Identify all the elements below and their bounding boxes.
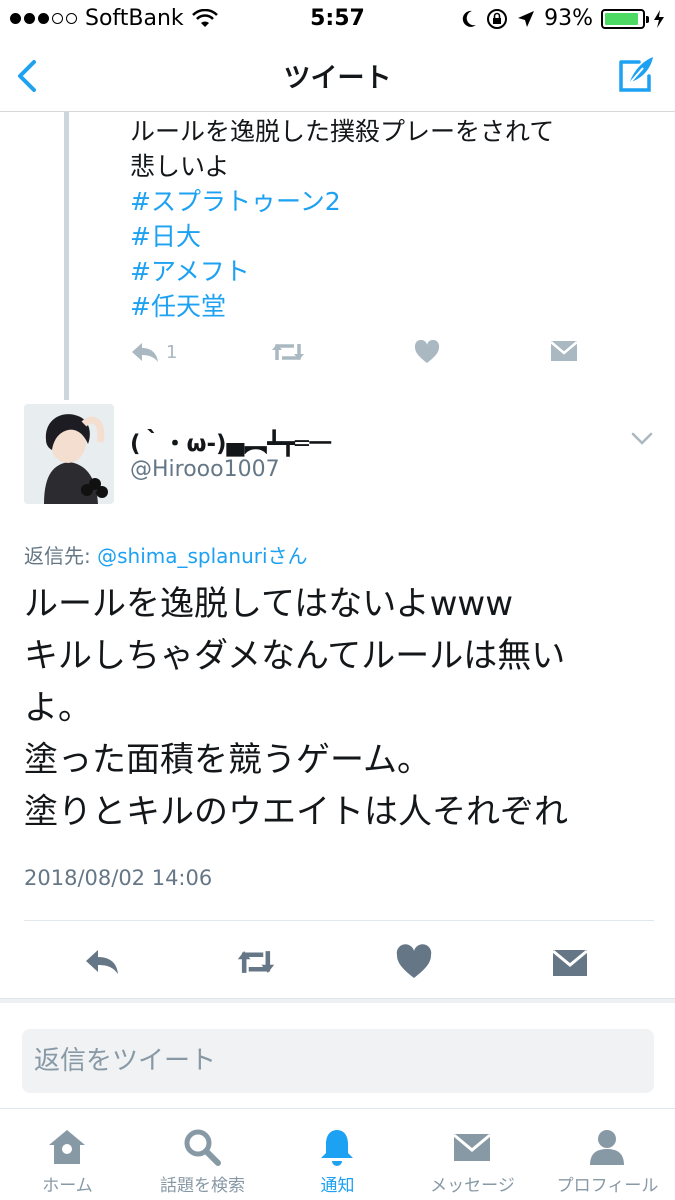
chevron-down-icon[interactable] [631,432,653,446]
tweet-actions [0,930,675,992]
status-bar: SoftBank 5:57 93% [0,0,675,40]
envelope-icon [453,1133,491,1161]
rotation-lock-icon [487,8,508,29]
reply-count: 1 [166,341,178,363]
previous-reply-button[interactable]: 1 [130,340,177,364]
reply-icon[interactable] [82,942,122,982]
bell-icon [321,1130,353,1166]
divider [24,920,654,921]
tab-home[interactable]: ホーム [0,1109,135,1200]
heart-icon[interactable] [394,942,434,982]
reply-to-line: 返信先: @shima_splanuriさん [24,540,308,569]
tab-label: 話題を検索 [160,1176,245,1196]
reply-icon [132,343,158,362]
compose-icon[interactable] [617,54,657,94]
page-title: ツイート [283,63,392,94]
tab-profile[interactable]: プロフィール [540,1109,675,1200]
tweet-text-line: 塗りとキルのウエイトは人それぞれ [24,792,568,832]
hashtag-link[interactable]: #任天堂 [130,289,554,324]
tweet-text: ルールを逸脱してはないよwww キルしちゃダメなんてルールは無い よ。 塗った面… [24,578,654,838]
tweet-timestamp: 2018/08/02 14:06 [24,866,213,890]
avatar-image [24,404,114,504]
charging-bolt-icon [654,9,664,28]
tab-notifications[interactable]: 通知 [270,1109,405,1200]
reply-to-label: 返信先: [24,544,98,568]
previous-tweet-text: ルールを逸脱した撲殺プレーをされて 悲しいよ #スプラトゥーン2 #日大 #アメ… [130,114,554,324]
heart-icon [414,340,440,363]
search-icon [184,1129,221,1166]
previous-tweet-line: 悲しいよ [130,152,230,181]
nav-bar: ツイート [0,40,675,112]
tab-bar: ホーム 話題を検索 通知 メッセージ プロフィール [0,1108,675,1200]
previous-tweet-actions: 1 [130,340,590,370]
tab-label: ホーム [42,1176,93,1196]
tab-label: プロフィール [556,1176,659,1196]
section-divider [0,998,675,1003]
reply-input[interactable] [22,1029,654,1093]
tab-label: 通知 [320,1176,355,1196]
retweet-icon [272,344,304,360]
moon-icon [462,10,477,27]
hashtag-link[interactable]: #アメフト [130,254,554,289]
previous-tweet-line: ルールを逸脱した撲殺プレーをされて [130,117,555,146]
tab-label: メッセージ [430,1176,515,1196]
battery-percent: 93% [544,6,593,31]
envelope-icon [550,341,578,361]
reply-composer[interactable] [22,1029,654,1093]
tweet-text-line: よ。 [24,688,92,728]
avatar[interactable] [24,404,114,504]
battery-level [605,12,639,25]
previous-message-button[interactable] [550,340,578,362]
hashtag-link[interactable]: #スプラトゥーン2 [130,184,554,219]
envelope-icon[interactable] [550,942,590,982]
tweet-text-line: ルールを逸脱してはないよwww [24,584,514,624]
home-icon [49,1130,85,1164]
tab-messages[interactable]: メッセージ [405,1109,540,1200]
person-icon [590,1130,624,1165]
location-arrow-icon [518,10,535,27]
previous-like-button[interactable] [414,340,440,364]
retweet-icon[interactable] [236,942,276,982]
tweet-text-line: キルしちゃダメなんてルールは無い [24,636,566,676]
thread-connector-line [64,112,69,400]
tweet-text-line: 塗った面積を競うゲーム。 [24,740,431,780]
status-right: 93% [460,6,665,31]
battery-icon [601,8,649,29]
user-handle[interactable]: @Hirooo1007 [130,457,280,482]
hashtag-link[interactable]: #日大 [130,219,554,254]
display-name[interactable]: (｀・ω-)▄︻┻┳═一 [130,424,332,458]
tab-search[interactable]: 話題を検索 [135,1109,270,1200]
previous-retweet-button[interactable] [270,340,306,364]
reply-mention-link[interactable]: @shima_splanuriさん [97,544,307,568]
